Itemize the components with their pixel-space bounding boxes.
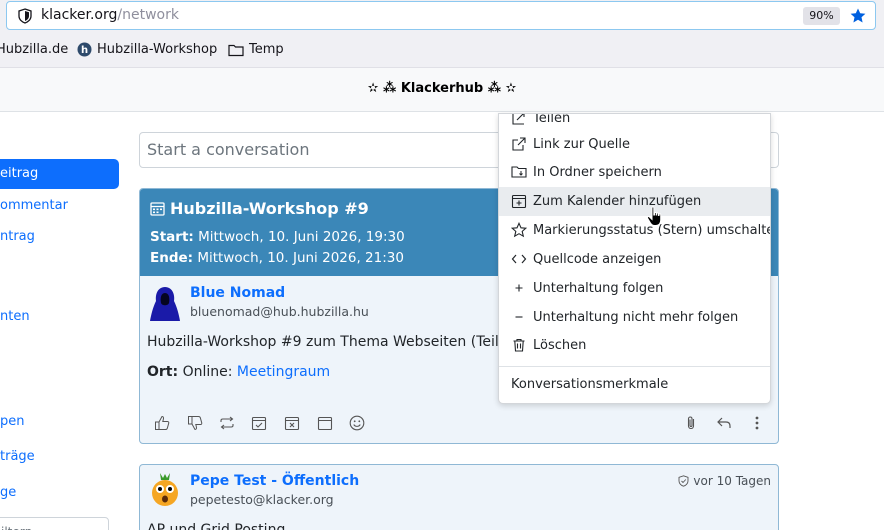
site-title[interactable]: ✫ ⁂ Klackerhub ⁂ ✫ <box>0 81 884 96</box>
event-start-label: Start: <box>150 229 194 245</box>
repeat-icon[interactable] <box>219 415 235 431</box>
attachment-icon[interactable] <box>683 415 699 431</box>
reply-icon[interactable] <box>716 415 732 431</box>
sidebar-item-traege[interactable]: träge <box>0 449 35 464</box>
star-outline-icon <box>511 222 527 238</box>
avatar[interactable] <box>150 471 180 507</box>
menu-item-save-folder[interactable]: In Ordner speichern <box>499 158 770 187</box>
menu-item-label: Teilen <box>533 113 571 126</box>
menu-item-delete[interactable]: Löschen <box>499 331 770 360</box>
menu-divider <box>499 366 770 367</box>
bookmarks-bar: Hubzilla.de h Hubzilla-Workshop Temp <box>0 32 884 68</box>
hubzilla-icon: h <box>77 42 92 57</box>
browser-toolbar: klacker.org/network 90% <box>0 0 884 32</box>
emoji-icon[interactable] <box>349 415 365 431</box>
menu-item-label: Konversationsmerkmale <box>511 377 669 392</box>
sidebar-item-nten[interactable]: nten <box>0 309 30 324</box>
shield-icon[interactable] <box>17 8 33 24</box>
svg-text:h: h <box>81 45 88 56</box>
app-header: ✫ ⁂ Klackerhub ⁂ ✫ <box>0 68 884 112</box>
more-options-icon[interactable] <box>749 415 765 431</box>
bookmark-hubzilla-de[interactable]: Hubzilla.de <box>0 42 68 57</box>
event-start-value: Mittwoch, 10. Juni 2026, 19:30 <box>198 229 405 245</box>
event-end-value: Mittwoch, 10. Juni 2026, 21:30 <box>197 250 404 266</box>
menu-item-conversation-features[interactable]: Konversationsmerkmale <box>499 370 770 399</box>
author-name[interactable]: Blue Nomad <box>190 285 285 301</box>
zoom-badge[interactable]: 90% <box>803 7 840 25</box>
menu-item-label: In Ordner speichern <box>533 165 662 180</box>
sidebar-item-beitrag[interactable]: eitrag <box>0 159 119 189</box>
plus-icon <box>515 284 523 292</box>
bookmark-label: Hubzilla.de <box>0 42 69 57</box>
author-name[interactable]: Pepe Test - Öffentlich <box>190 473 359 489</box>
shield-check-icon <box>678 475 689 487</box>
sidebar-item-eintrag[interactable]: ntrag <box>0 229 35 244</box>
post-card: Pepe Test - Öffentlich pepetesto@klacker… <box>139 464 779 530</box>
calendar-icon[interactable] <box>317 415 333 431</box>
event-end-label: Ende: <box>150 250 194 266</box>
menu-item-toggle-star[interactable]: Markierungsstatus (Stern) umschalten <box>499 216 770 245</box>
author-address: pepetesto@klacker.org <box>190 492 334 507</box>
share-icon <box>512 114 525 125</box>
author-address: bluenomad@hub.hubzilla.hu <box>190 304 369 319</box>
url-text[interactable]: klacker.org/network <box>41 7 179 23</box>
url-host: klacker.org <box>41 7 118 23</box>
post-timestamp: vor 10 Tagen <box>678 474 771 488</box>
menu-item-label: Unterhaltung nicht mehr folgen <box>533 310 739 325</box>
avatar[interactable] <box>150 285 180 321</box>
menu-item-link-source[interactable]: Link zur Quelle <box>499 130 770 159</box>
sidebar-item-pen[interactable]: pen <box>0 414 25 429</box>
bookmark-star-icon[interactable] <box>849 7 867 25</box>
calendar-icon <box>150 202 165 216</box>
minus-icon <box>515 316 523 318</box>
menu-item-follow-thread[interactable]: Unterhaltung folgen <box>499 274 770 303</box>
menu-item-label: Löschen <box>533 338 587 353</box>
bookmark-label: Temp <box>249 42 284 57</box>
bookmark-label: Hubzilla-Workshop <box>97 42 218 57</box>
code-icon <box>511 254 527 264</box>
menu-item-label: Unterhaltung folgen <box>533 281 664 296</box>
hand-cursor-icon <box>646 206 662 226</box>
timestamp-text: vor 10 Tagen <box>693 474 771 488</box>
dislike-icon[interactable] <box>187 415 203 431</box>
folder-icon <box>228 44 244 56</box>
menu-item-unfollow-thread[interactable]: Unterhaltung nicht mehr folgen <box>499 303 770 332</box>
menu-item-label: Quellcode anzeigen <box>533 252 662 267</box>
sidebar-filter-input[interactable]: ilterp <box>0 517 109 530</box>
post-body: Hubzilla-Workshop #9 zum Thema Webseiten… <box>147 334 518 350</box>
calendar-check-icon[interactable] <box>251 415 267 431</box>
url-bar[interactable]: klacker.org/network 90% <box>6 1 876 30</box>
external-link-icon <box>512 137 526 151</box>
location-prefix: Online: <box>182 364 233 380</box>
event-start: Start: Mittwoch, 10. Juni 2026, 19:30 <box>150 229 405 245</box>
post-body: AP und Grid Posting <box>147 522 286 530</box>
post-location: Ort: Online: Meetingraum <box>147 364 330 380</box>
meetingraum-link[interactable]: Meetingraum <box>237 364 330 380</box>
post-options-menu: Teilen Link zur Quelle In Ordner speiche… <box>498 113 771 404</box>
menu-item-label: Link zur Quelle <box>533 137 630 152</box>
event-end: Ende: Mittwoch, 10. Juni 2026, 21:30 <box>150 250 404 266</box>
url-path: /network <box>117 7 179 23</box>
menu-item-add-calendar[interactable]: Zum Kalender hinzufügen <box>499 187 770 216</box>
event-title: Hubzilla-Workshop #9 <box>170 199 369 218</box>
menu-item-view-source[interactable]: Quellcode anzeigen <box>499 245 770 274</box>
menu-item-label: Zum Kalender hinzufügen <box>533 194 702 209</box>
like-icon[interactable] <box>154 415 170 431</box>
calendar-add-icon <box>511 194 527 209</box>
calendar-x-icon[interactable] <box>284 415 300 431</box>
bookmark-temp[interactable]: Temp <box>228 42 284 57</box>
sidebar-item-ge[interactable]: ge <box>0 485 16 500</box>
sidebar-item-kommentar[interactable]: ommentar <box>0 198 68 213</box>
trash-icon <box>513 338 525 352</box>
bookmark-hubzilla-workshop[interactable]: h Hubzilla-Workshop <box>77 42 217 57</box>
location-label: Ort: <box>147 364 179 380</box>
folder-save-icon <box>511 166 527 178</box>
